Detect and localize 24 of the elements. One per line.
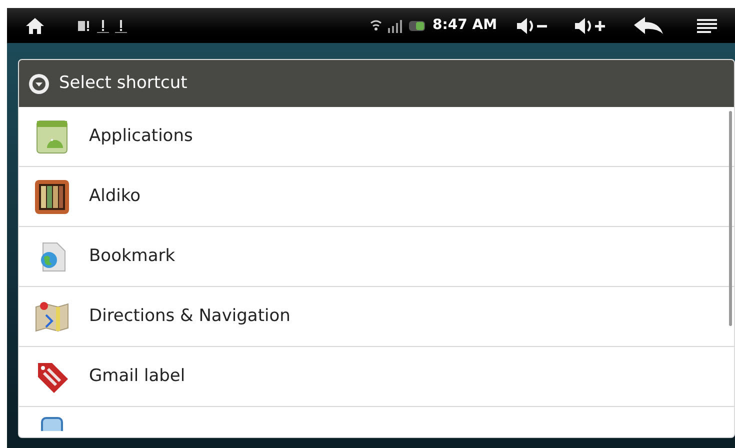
home-icon[interactable]: [25, 16, 45, 34]
clock-time: 8:47 AM: [432, 16, 497, 35]
item-label: Directions & Navigation: [89, 304, 290, 328]
bookshelf-icon: [34, 178, 70, 214]
item-label: Bookmark: [89, 244, 176, 268]
app-grid-icon: [35, 120, 69, 154]
signal-icon: [386, 18, 403, 34]
item-label: Gmail label: [89, 364, 186, 388]
dropdown-circle-icon: [29, 74, 49, 94]
app-icon: [41, 417, 63, 431]
wifi-icon: [370, 18, 382, 34]
warning-icon: [115, 18, 127, 32]
battery-icon: [408, 18, 426, 32]
menu-icon[interactable]: [697, 18, 717, 34]
warning-icon: [97, 18, 109, 32]
shortcut-item[interactable]: Gmail label: [19, 347, 734, 407]
shortcut-item[interactable]: Directions & Navigation: [19, 287, 734, 347]
back-icon[interactable]: [633, 16, 665, 34]
shortcut-item[interactable]: Aldiko: [19, 167, 734, 227]
shortcut-item[interactable]: Applications: [19, 107, 734, 167]
item-label: Aldiko: [89, 184, 141, 208]
dialog-title: Select shortcut: [59, 72, 188, 95]
sd-card-icon: [77, 18, 91, 32]
item-label: Applications: [89, 124, 193, 148]
